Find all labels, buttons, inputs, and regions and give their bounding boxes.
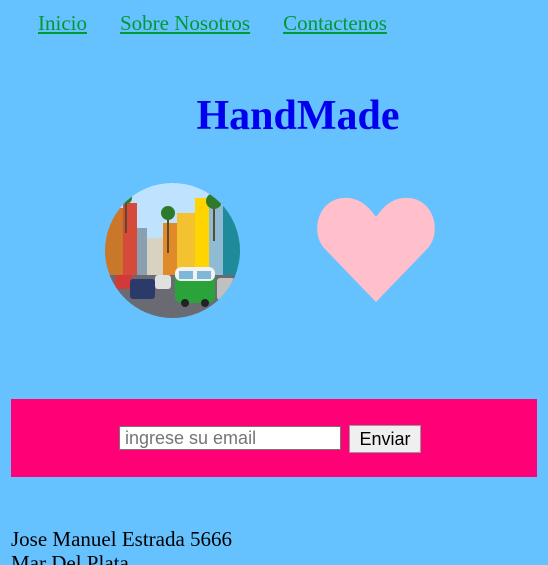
- heart-icon: [316, 195, 436, 305]
- city-street-photo: [105, 183, 240, 318]
- send-button[interactable]: Enviar: [349, 425, 421, 453]
- address-line-city: Mar Del Plata: [11, 551, 129, 565]
- city-street-image: [105, 183, 240, 318]
- address: Jose Manuel Estrada 5666 Mar Del Plata: [11, 527, 232, 565]
- nav-link-sobre-nosotros[interactable]: Sobre Nosotros: [120, 10, 250, 36]
- email-input[interactable]: [119, 426, 341, 450]
- nav-link-contactenos[interactable]: Contactenos: [283, 10, 387, 36]
- heart-shape: [317, 197, 435, 302]
- newsletter-band: Enviar: [11, 399, 537, 477]
- top-nav: Inicio Sobre Nosotros Contactenos: [38, 10, 420, 36]
- nav-link-inicio[interactable]: Inicio: [38, 10, 87, 36]
- page-title: HandMade: [196, 93, 400, 139]
- page: Inicio Sobre Nosotros Contactenos HandMa…: [0, 0, 548, 565]
- address-line-street: Jose Manuel Estrada 5666: [11, 527, 233, 551]
